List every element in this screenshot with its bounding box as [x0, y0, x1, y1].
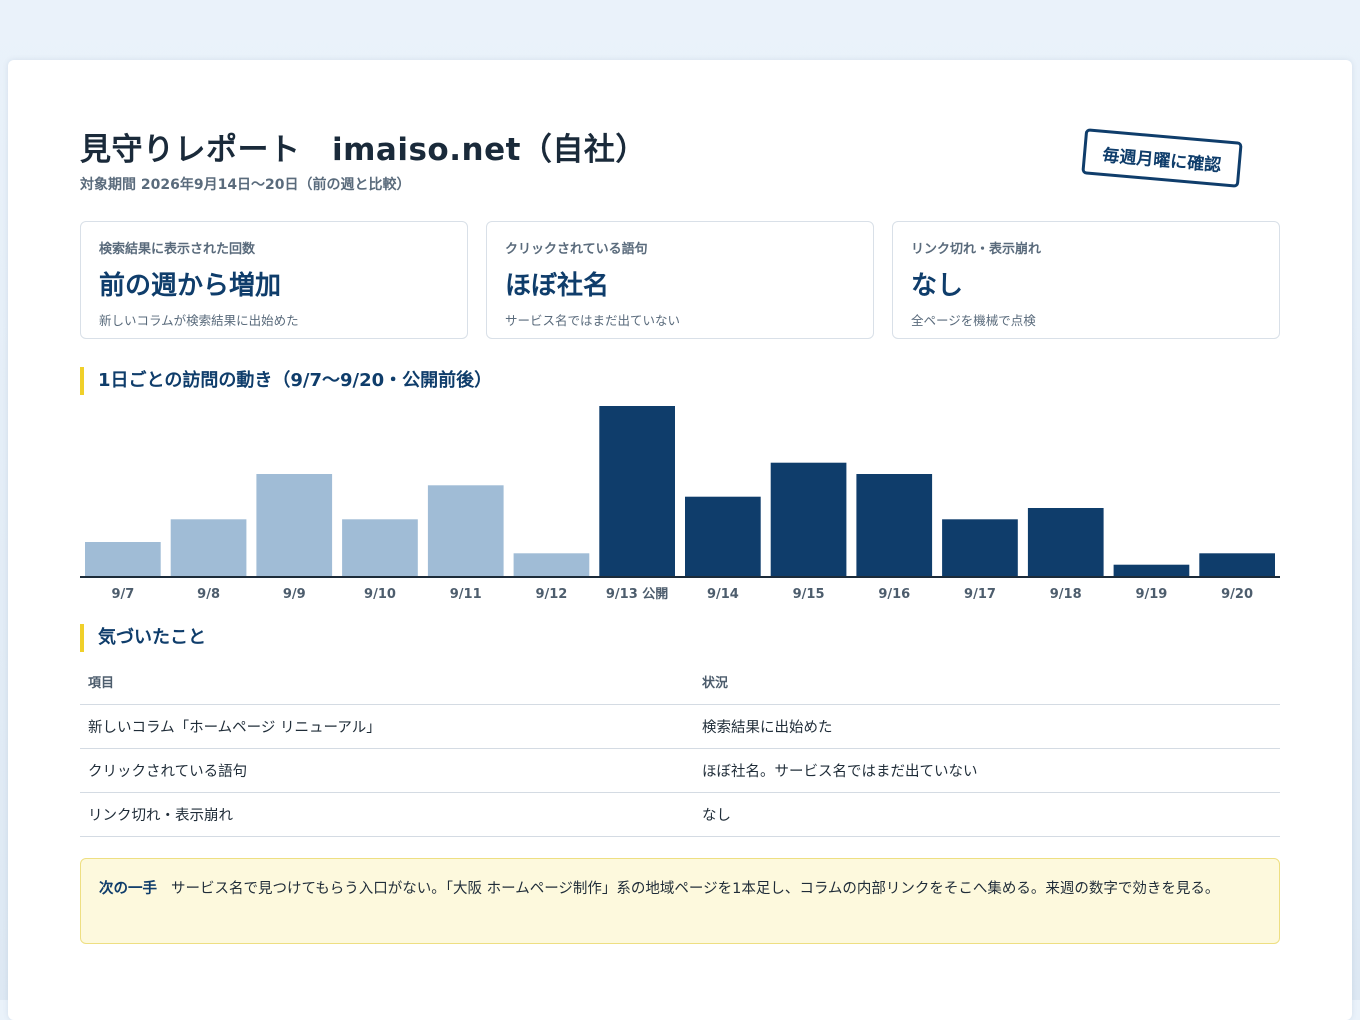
bar-9-15	[770, 462, 847, 576]
kpi-card-queries: クリックされている語句 ほぼ社名 サービス名ではまだ出ていない	[486, 221, 874, 339]
x-tick-label: 9/11	[450, 587, 482, 602]
page-title: 見守りレポート imaiso.net（自社）	[80, 132, 647, 168]
table-cell: リンク切れ・表示崩れ	[80, 792, 694, 837]
bar-9-18	[1027, 508, 1104, 576]
next-step-text: サービス名で見つけてもらう入口がない。「大阪 ホームページ制作」系の地域ページを…	[171, 881, 1220, 897]
bar-9-12	[513, 553, 590, 576]
report-card: 見守りレポート imaiso.net（自社） 対象期間 2026年9月14日〜2…	[8, 60, 1352, 1020]
x-tick-label: 9/9	[283, 587, 306, 602]
x-tick-label: 9/15	[793, 587, 825, 602]
x-tick-label: 9/13 公開	[606, 587, 668, 602]
kpi-value: 前の週から増加	[99, 271, 282, 301]
kpi-note: 新しいコラムが検索結果に出始めた	[99, 313, 299, 328]
x-tick-label: 9/8	[197, 587, 220, 602]
bar-9-19	[1113, 564, 1190, 576]
bar-9-10	[342, 519, 418, 576]
kpi-label: 検索結果に表示された回数	[99, 242, 256, 257]
kpi-card-impressions: 検索結果に表示された回数 前の週から増加 新しいコラムが検索結果に出始めた	[80, 221, 468, 339]
column-header-item: 項目	[80, 660, 694, 705]
table-row: リンク切れ・表示崩れ なし	[80, 792, 1280, 837]
bar-9-13	[599, 406, 675, 576]
notes-heading: 気づいたこと	[80, 624, 206, 652]
x-tick-label: 9/10	[364, 587, 396, 602]
x-tick-label: 9/12	[535, 587, 567, 602]
report-period: 対象期間 2026年9月14日〜20日（前の週と比較）	[80, 177, 411, 193]
table-row: 新しいコラム「ホームページ リニューアル」 検索結果に出始めた	[80, 704, 1280, 749]
x-tick-label: 9/17	[964, 587, 996, 602]
table-row: クリックされている語句 ほぼ社名。サービス名ではまだ出ていない	[80, 748, 1280, 793]
kpi-note: 全ページを機械で点検	[911, 313, 1036, 328]
kpi-label: クリックされている語句	[505, 242, 648, 257]
weekly-check-stamp: 毎週月曜に確認	[1081, 128, 1243, 188]
table-cell: なし	[694, 792, 1280, 837]
daily-visits-chart: 9/7 9/8 9/9 9/10 9/11 9/12 9/13 公開 9/14 9/15 9/16…	[80, 406, 1280, 602]
next-step-label: 次の一手	[99, 881, 157, 897]
chart-heading: 1日ごとの訪問の動き（9/7〜9/20・公開前後）	[80, 367, 492, 395]
bar-9-8	[170, 519, 247, 576]
kpi-value: ほぼ社名	[505, 271, 610, 301]
table-cell: 検索結果に出始めた	[694, 704, 1280, 749]
notes-table: 項目 状況 新しいコラム「ホームページ リニューアル」 検索結果に出始めた クリ…	[80, 660, 1280, 837]
x-tick-label: 9/16	[878, 587, 910, 602]
table-header-row: 項目 状況	[80, 660, 1280, 705]
x-tick-label: 9/19	[1135, 587, 1167, 602]
x-tick-label: 9/20	[1221, 587, 1253, 602]
bar-9-11	[427, 485, 504, 576]
bar-9-20	[1199, 553, 1275, 576]
x-tick-label: 9/18	[1050, 587, 1082, 602]
bar-9-16	[856, 474, 933, 576]
bar-9-9	[256, 474, 333, 576]
next-step-box: 次の一手 サービス名で見つけてもらう入口がない。「大阪 ホームページ制作」系の地域…	[80, 858, 1280, 944]
kpi-value: なし	[911, 271, 964, 301]
bar-9-14	[685, 496, 761, 576]
x-tick-label: 9/14	[707, 587, 739, 602]
bar-9-17	[942, 519, 1018, 576]
column-header-status: 状況	[694, 660, 1280, 705]
table-cell: 新しいコラム「ホームページ リニューアル」	[80, 704, 694, 749]
table-cell: ほぼ社名。サービス名ではまだ出ていない	[694, 748, 1280, 793]
x-tick-label: 9/7	[111, 587, 134, 602]
bar-9-7	[85, 542, 161, 576]
kpi-card-broken-links: リンク切れ・表示崩れ なし 全ページを機械で点検	[892, 221, 1280, 339]
table-cell: クリックされている語句	[80, 748, 694, 793]
kpi-note: サービス名ではまだ出ていない	[505, 313, 681, 328]
kpi-label: リンク切れ・表示崩れ	[911, 242, 1042, 257]
